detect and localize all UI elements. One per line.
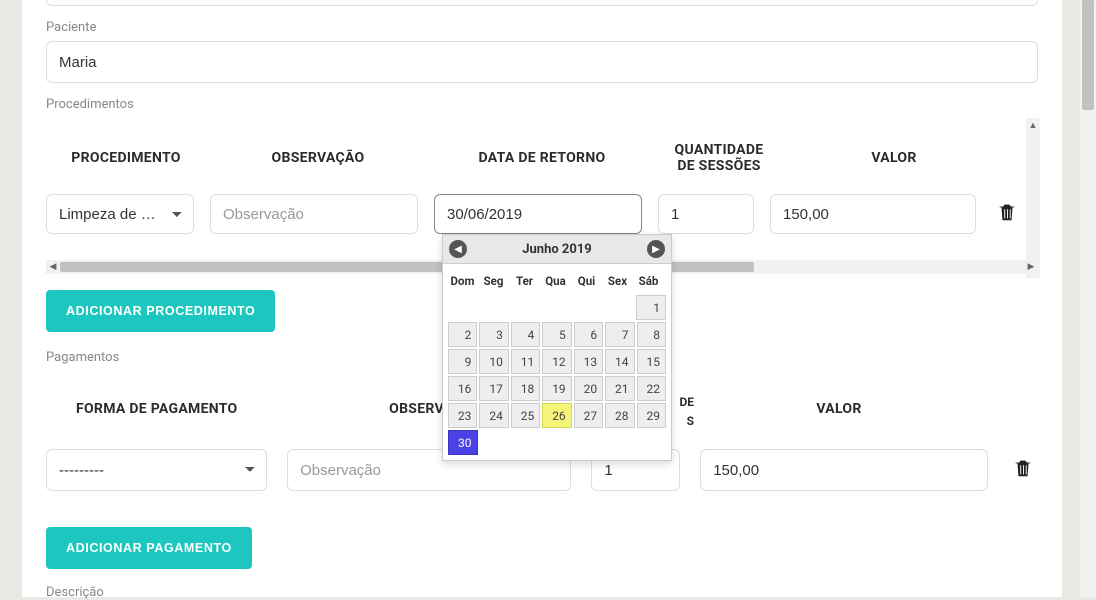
datepicker-day[interactable]: 11: [511, 349, 540, 374]
datepicker-dow: Sex: [602, 268, 633, 294]
datepicker-day[interactable]: 7: [605, 322, 634, 347]
valor-input[interactable]: [770, 194, 976, 234]
datepicker-days: 1234567891011121314151617181920212223242…: [447, 294, 667, 456]
datepicker-title: Junho 2019: [522, 242, 592, 257]
datepicker-day[interactable]: 14: [605, 349, 634, 374]
datepicker-dow: Ter: [509, 268, 540, 294]
datepicker-day[interactable]: 8: [637, 322, 666, 347]
datepicker-day[interactable]: 17: [479, 376, 508, 401]
datepicker-day[interactable]: 16: [448, 376, 477, 401]
header-qty-line2: DE SESSÕES: [654, 158, 784, 174]
trash-icon[interactable]: [1012, 456, 1034, 480]
datepicker-day[interactable]: 6: [574, 322, 603, 347]
datepicker-empty-cell: [448, 295, 477, 320]
descricao-label: Descrição: [46, 585, 1038, 600]
datepicker-prev-icon[interactable]: ◀: [449, 240, 467, 258]
datepicker-empty-cell: [605, 295, 634, 320]
header-forma-pagamento: FORMA DE PAGAMENTO: [46, 401, 286, 417]
procedimentos-vertical-scrollbar[interactable]: ▲: [1026, 118, 1040, 278]
datepicker-day[interactable]: 21: [605, 376, 634, 401]
datepicker-empty-cell: [542, 430, 571, 455]
datepicker-dow-row: DomSegTerQuaQuiSexSáb: [447, 268, 667, 294]
datepicker-empty-cell: [637, 430, 666, 455]
header-observacao: OBSERVAÇÃO: [206, 150, 430, 166]
forma-pagamento-select[interactable]: ---------: [46, 449, 267, 491]
datepicker-day[interactable]: 24: [479, 403, 508, 428]
datepicker-day[interactable]: 15: [637, 349, 666, 374]
header-procedimento: PROCEDIMENTO: [46, 150, 206, 166]
procedimentos-headers: PROCEDIMENTO OBSERVAÇÃO DATA DE RETORNO …: [46, 118, 1038, 190]
datepicker-empty-cell: [479, 295, 508, 320]
paciente-label: Paciente: [46, 20, 1038, 35]
datepicker-day[interactable]: 25: [511, 403, 540, 428]
header-valor: VALOR: [784, 150, 1004, 166]
datepicker-day[interactable]: 10: [479, 349, 508, 374]
datepicker-day[interactable]: 18: [511, 376, 540, 401]
datepicker-day[interactable]: 26: [542, 403, 571, 428]
header-qty-line1: QUANTIDADE: [654, 142, 784, 158]
trash-icon[interactable]: [996, 200, 1018, 224]
scroll-left-arrow-icon[interactable]: ◀: [46, 260, 60, 274]
observacao-input[interactable]: [210, 194, 418, 234]
datepicker-empty-cell: [511, 295, 540, 320]
datepicker-day[interactable]: 9: [448, 349, 477, 374]
pagamento-valor-input[interactable]: [700, 449, 988, 491]
add-procedimento-button[interactable]: ADICIONAR PROCEDIMENTO: [46, 290, 275, 332]
header-data-retorno: DATA DE RETORNO: [430, 150, 654, 166]
datepicker-empty-cell: [574, 295, 603, 320]
paciente-input[interactable]: [46, 41, 1038, 83]
datepicker-day[interactable]: 20: [574, 376, 603, 401]
data-retorno-input[interactable]: [434, 194, 642, 234]
datepicker-day[interactable]: 4: [511, 322, 540, 347]
datepicker-dow: Seg: [478, 268, 509, 294]
datepicker-next-icon[interactable]: ▶: [647, 240, 665, 258]
datepicker-empty-cell: [511, 430, 540, 455]
datepicker-empty-cell: [605, 430, 634, 455]
datepicker-popup: ◀ Junho 2019 ▶ DomSegTerQuaQuiSexSáb 123…: [442, 234, 672, 461]
datepicker-day[interactable]: 5: [542, 322, 571, 347]
datepicker-day[interactable]: 1: [636, 295, 666, 320]
datepicker-day[interactable]: 2: [448, 322, 477, 347]
datepicker-dow: Qua: [540, 268, 571, 294]
page-scroll-thumb[interactable]: [1082, 0, 1094, 110]
datepicker-empty-cell: [542, 295, 571, 320]
procedimento-select[interactable]: Limpeza de Pele: [46, 194, 194, 234]
scroll-up-arrow-icon[interactable]: ▲: [1026, 118, 1040, 132]
datepicker-day[interactable]: 12: [542, 349, 571, 374]
header-valor-pagamento: VALOR: [694, 401, 984, 417]
scroll-right-arrow-icon[interactable]: ▶: [1024, 260, 1038, 274]
header-quantidade: QUANTIDADE DE SESSÕES: [654, 142, 784, 174]
previous-field-stub: [46, 0, 1038, 6]
datepicker-empty-cell: [574, 430, 603, 455]
datepicker-day[interactable]: 27: [574, 403, 603, 428]
datepicker-empty-cell: [480, 430, 509, 455]
datepicker-grid: DomSegTerQuaQuiSexSáb 123456789101112131…: [443, 264, 671, 460]
datepicker-dow: Sáb: [633, 268, 664, 294]
datepicker-dow: Dom: [447, 268, 478, 294]
datepicker-day[interactable]: 3: [479, 322, 508, 347]
quantidade-input[interactable]: [658, 194, 754, 234]
datepicker-day[interactable]: 23: [448, 403, 477, 428]
datepicker-header: ◀ Junho 2019 ▶: [443, 235, 671, 264]
header-observacao-partial: OBSERV: [286, 401, 444, 417]
add-pagamento-button[interactable]: ADICIONAR PAGAMENTO: [46, 527, 252, 569]
datepicker-day[interactable]: 28: [605, 403, 634, 428]
datepicker-day[interactable]: 19: [542, 376, 571, 401]
procedimentos-label: Procedimentos: [46, 97, 1038, 112]
datepicker-dow: Qui: [571, 268, 602, 294]
datepicker-day[interactable]: 13: [574, 349, 603, 374]
datepicker-day[interactable]: 22: [637, 376, 666, 401]
page-vertical-scrollbar[interactable]: [1080, 0, 1096, 597]
datepicker-day[interactable]: 29: [637, 403, 666, 428]
datepicker-day[interactable]: 30: [448, 430, 478, 455]
